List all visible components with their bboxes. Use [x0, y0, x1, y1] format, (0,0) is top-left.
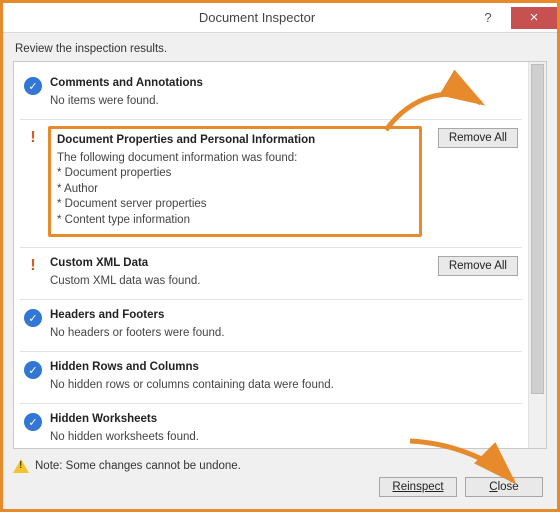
- remove-all-button[interactable]: Remove All: [438, 256, 518, 276]
- note-text: Note: Some changes cannot be undone.: [35, 460, 241, 472]
- section-title: Headers and Footers: [50, 308, 420, 324]
- highlighted-region: Document Properties and Personal Informa…: [48, 126, 422, 237]
- footer-note: Note: Some changes cannot be undone.: [13, 459, 547, 473]
- scrollbar[interactable]: [528, 62, 546, 448]
- section-title: Hidden Rows and Columns: [50, 360, 420, 376]
- instruction-text: Review the inspection results.: [15, 43, 547, 55]
- section-doc-properties: Document Properties and Personal Informa…: [20, 120, 522, 248]
- section-title: Custom XML Data: [50, 256, 420, 272]
- warning-icon: [13, 459, 29, 473]
- section-title: Hidden Worksheets: [50, 412, 420, 428]
- check-icon: [24, 361, 42, 379]
- section-comments: Comments and Annotations No items were f…: [20, 68, 522, 120]
- alert-icon: [24, 257, 42, 275]
- scrollbar-thumb[interactable]: [531, 64, 544, 394]
- remove-all-button[interactable]: Remove All: [438, 128, 518, 148]
- section-title: Comments and Annotations: [50, 76, 420, 92]
- section-line: No hidden rows or columns containing dat…: [50, 378, 420, 394]
- section-line: No items were found.: [50, 94, 420, 110]
- section-hidden-worksheets: Hidden Worksheets No hidden worksheets f…: [20, 404, 522, 448]
- section-line: No hidden worksheets found.: [50, 430, 420, 446]
- section-line: * Content type information: [57, 213, 413, 229]
- section-line: * Document server properties: [57, 197, 413, 213]
- help-button[interactable]: ?: [465, 7, 511, 29]
- window-close-button[interactable]: ×: [511, 7, 557, 29]
- alert-icon: [24, 129, 42, 147]
- check-icon: [24, 309, 42, 327]
- dialog-window: Document Inspector ? × Review the inspec…: [0, 0, 560, 512]
- section-line: No headers or footers were found.: [50, 326, 420, 342]
- close-button[interactable]: Close: [465, 477, 543, 497]
- footer-buttons: Reinspect Close: [379, 477, 543, 497]
- check-icon: [24, 413, 42, 431]
- section-hidden-rows-cols: Hidden Rows and Columns No hidden rows o…: [20, 352, 522, 404]
- section-line: * Author: [57, 182, 413, 198]
- section-line: The following document information was f…: [57, 151, 413, 167]
- section-line: Custom XML data was found.: [50, 274, 420, 290]
- section-title: Document Properties and Personal Informa…: [57, 133, 413, 149]
- dialog-body: Review the inspection results. Comments …: [3, 33, 557, 509]
- check-icon: [24, 77, 42, 95]
- section-custom-xml: Custom XML Data Custom XML data was foun…: [20, 248, 522, 300]
- section-line: * Document properties: [57, 166, 413, 182]
- title-bar: Document Inspector ? ×: [3, 3, 557, 33]
- results-list: Comments and Annotations No items were f…: [14, 62, 528, 448]
- results-panel: Comments and Annotations No items were f…: [13, 61, 547, 449]
- section-headers-footers: Headers and Footers No headers or footer…: [20, 300, 522, 352]
- window-title: Document Inspector: [49, 10, 465, 25]
- reinspect-button[interactable]: Reinspect: [379, 477, 457, 497]
